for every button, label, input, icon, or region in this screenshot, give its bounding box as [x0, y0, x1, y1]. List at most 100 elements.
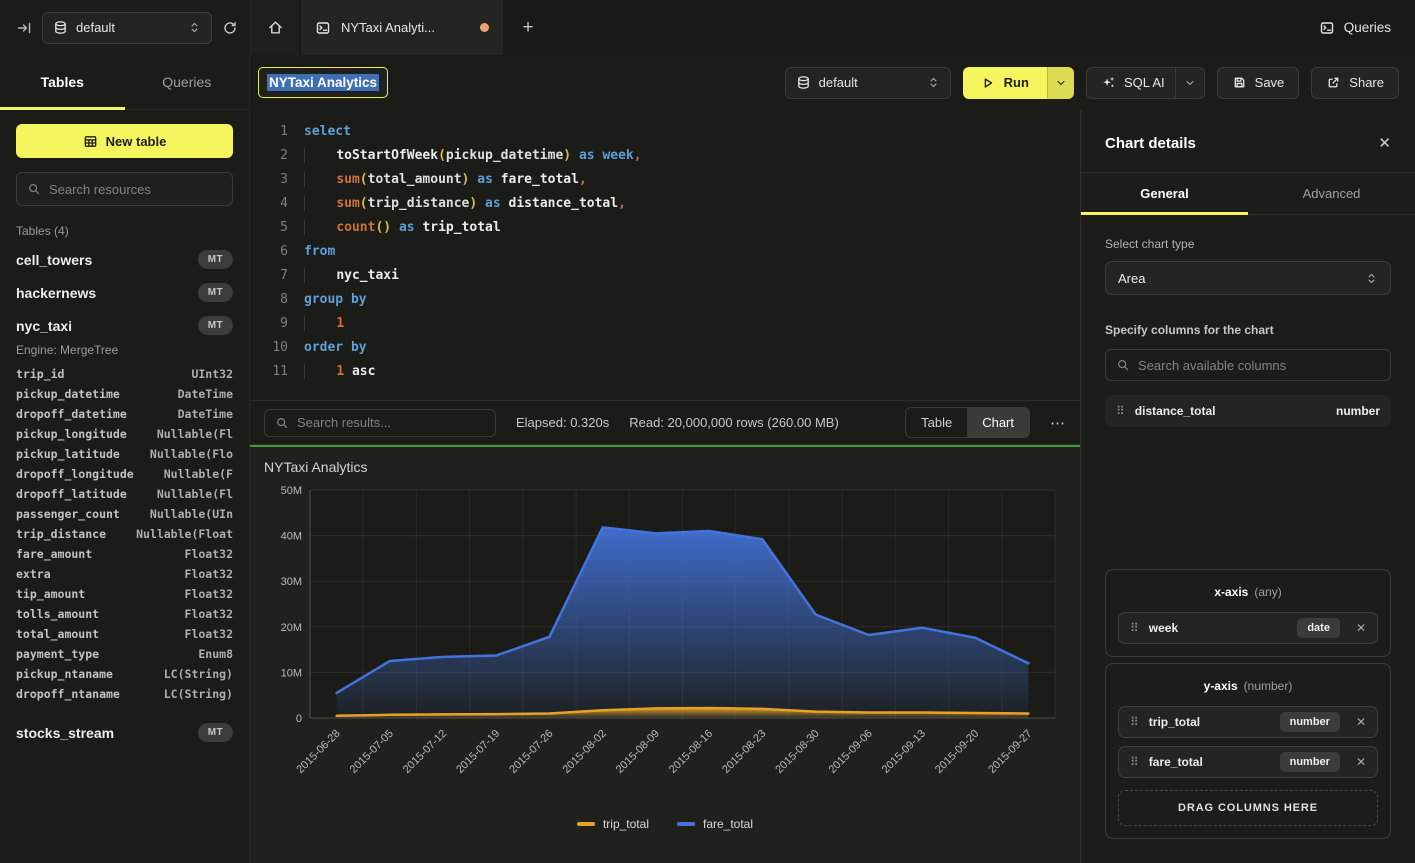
engine-badge: MT	[198, 316, 233, 335]
svg-text:20M: 20M	[281, 622, 302, 634]
database-icon	[53, 20, 68, 35]
svg-text:2015-09-06: 2015-09-06	[827, 728, 875, 776]
schema-column-row: payment_typeEnum8	[0, 644, 249, 664]
new-tab-button[interactable]: +	[505, 0, 551, 55]
remove-icon[interactable]: ✕	[1356, 715, 1366, 729]
updown-chevron-icon	[927, 76, 940, 89]
query-title-input[interactable]: NYTaxi Analytics	[258, 67, 388, 98]
svg-text:2015-07-26: 2015-07-26	[507, 728, 555, 776]
svg-text:2015-07-19: 2015-07-19	[454, 728, 502, 776]
schema-column-row: extraFloat32	[0, 564, 249, 584]
collapse-sidebar-icon[interactable]	[16, 20, 32, 36]
new-table-button[interactable]: New table	[16, 124, 233, 158]
play-icon	[981, 76, 995, 90]
queries-button[interactable]: Queries	[1319, 0, 1415, 55]
tab-general[interactable]: General	[1081, 173, 1248, 214]
home-tab[interactable]	[251, 0, 299, 55]
svg-text:2015-09-13: 2015-09-13	[880, 728, 928, 776]
svg-text:50M: 50M	[281, 485, 302, 497]
panel-body: Select chart type Area Specify columns f…	[1081, 215, 1415, 863]
code-line: 2 toStartOfWeek(pickup_datetime) as week…	[266, 144, 1080, 168]
refresh-icon[interactable]	[222, 20, 238, 36]
code-line: 6from	[266, 240, 1080, 264]
share-button[interactable]: Share	[1311, 67, 1399, 99]
svg-text:2015-08-02: 2015-08-02	[561, 728, 609, 776]
updown-chevron-icon	[1365, 272, 1378, 285]
view-toggle-chart[interactable]: Chart	[967, 408, 1029, 437]
code-line: 4 sum(trip_distance) as distance_total,	[266, 192, 1080, 216]
remove-icon[interactable]: ✕	[1356, 621, 1366, 635]
schema-column-row: dropoff_latitudeNullable(Fl	[0, 484, 249, 504]
code-line: 3 sum(total_amount) as fare_total,	[266, 168, 1080, 192]
topbar-database-select[interactable]: default	[42, 12, 212, 44]
y-axis-item-trip-total[interactable]: ⠿ trip_total number ✕	[1118, 706, 1378, 738]
available-column-distance-total[interactable]: ⠿ distance_total number	[1105, 395, 1391, 427]
schema-column-row: dropoff_ntanameLC(String)	[0, 684, 249, 704]
drag-handle-icon[interactable]: ⠿	[1116, 404, 1125, 418]
svg-text:2015-08-23: 2015-08-23	[720, 728, 768, 776]
search-icon	[27, 182, 41, 196]
run-button[interactable]: Run	[963, 67, 1074, 99]
legend-item-fare-total[interactable]: fare_total	[677, 817, 753, 831]
x-axis-item-week[interactable]: ⠿ week date ✕	[1118, 612, 1378, 644]
svg-text:2015-07-05: 2015-07-05	[348, 728, 396, 776]
table-row[interactable]: stocks_stream MT	[0, 716, 249, 749]
topbar-database-value: default	[76, 20, 115, 35]
code-line: 9 1	[266, 312, 1080, 336]
svg-text:2015-08-09: 2015-08-09	[614, 728, 662, 776]
svg-text:2015-08-30: 2015-08-30	[773, 728, 821, 776]
sql-ai-chevron[interactable]	[1175, 68, 1204, 98]
tab-strip: NYTaxi Analyti... + Queries	[250, 0, 1415, 55]
save-button[interactable]: Save	[1217, 67, 1300, 99]
chart-legend: trip_total fare_total	[250, 817, 1080, 831]
panel-tabs: General Advanced	[1081, 173, 1415, 215]
view-toggle-table[interactable]: Table	[906, 408, 967, 437]
close-icon[interactable]: ✕	[1378, 134, 1391, 152]
engine-badge: MT	[198, 283, 233, 302]
sidebar-tabs: Tables Queries	[0, 55, 250, 110]
sql-ai-button[interactable]: SQL AI	[1086, 67, 1205, 99]
sidebar-tab-tables[interactable]: Tables	[0, 55, 125, 109]
results-search-input[interactable]	[297, 415, 485, 430]
editor-database-select[interactable]: default	[785, 67, 951, 99]
drag-handle-icon[interactable]: ⠿	[1130, 715, 1139, 729]
y-axis-item-fare-total[interactable]: ⠿ fare_total number ✕	[1118, 746, 1378, 778]
table-row[interactable]: hackernews MT	[0, 276, 249, 309]
legend-item-trip-total[interactable]: trip_total	[577, 817, 649, 831]
table-row-expanded[interactable]: nyc_taxi MT	[0, 309, 249, 342]
type-pill: date	[1297, 618, 1340, 638]
header-row: Tables Queries NYTaxi Analytics default	[0, 55, 1415, 110]
code-line: 10order by	[266, 336, 1080, 360]
schema-column-row: pickup_longitudeNullable(Fl	[0, 424, 249, 444]
sidebar-tab-queries[interactable]: Queries	[125, 55, 250, 109]
drag-handle-icon[interactable]: ⠿	[1130, 755, 1139, 769]
y-axis-title: y-axis(number)	[1118, 679, 1378, 693]
schema-column-row: pickup_latitudeNullable(Flo	[0, 444, 249, 464]
svg-text:2015-08-16: 2015-08-16	[667, 728, 715, 776]
remove-icon[interactable]: ✕	[1356, 755, 1366, 769]
code-line: 7 nyc_taxi	[266, 264, 1080, 288]
results-toolbar: Elapsed: 0.320s Read: 20,000,000 rows (2…	[250, 400, 1080, 445]
code-line: 5 count() as trip_total	[266, 216, 1080, 240]
schema-column-row: dropoff_longitudeNullable(F	[0, 464, 249, 484]
query-tab[interactable]: NYTaxi Analyti...	[301, 0, 503, 55]
columns-search-input[interactable]	[1138, 358, 1380, 373]
svg-text:30M: 30M	[281, 576, 302, 588]
schema-column-row: total_amountFloat32	[0, 624, 249, 644]
schema-column-row: tip_amountFloat32	[0, 584, 249, 604]
panel-title: Chart details	[1105, 135, 1196, 152]
more-options-icon[interactable]: ⋯	[1050, 414, 1066, 432]
run-options-chevron[interactable]	[1047, 67, 1074, 99]
tab-advanced[interactable]: Advanced	[1248, 173, 1415, 214]
schema-column-list: trip_idUInt32pickup_datetimeDateTimedrop…	[0, 364, 249, 706]
queries-icon	[1319, 20, 1335, 36]
chart-type-select[interactable]: Area	[1105, 261, 1391, 295]
table-row[interactable]: cell_towers MT	[0, 243, 249, 276]
drag-columns-drop-zone[interactable]: DRAG COLUMNS HERE	[1118, 790, 1378, 826]
sidebar-search-input[interactable]	[49, 182, 222, 197]
save-icon	[1232, 75, 1247, 90]
drag-handle-icon[interactable]: ⠿	[1130, 621, 1139, 635]
editor-database-value: default	[819, 75, 858, 90]
schema-column-row: tolls_amountFloat32	[0, 604, 249, 624]
sql-editor[interactable]: 1select2 toStartOfWeek(pickup_datetime) …	[250, 110, 1080, 400]
